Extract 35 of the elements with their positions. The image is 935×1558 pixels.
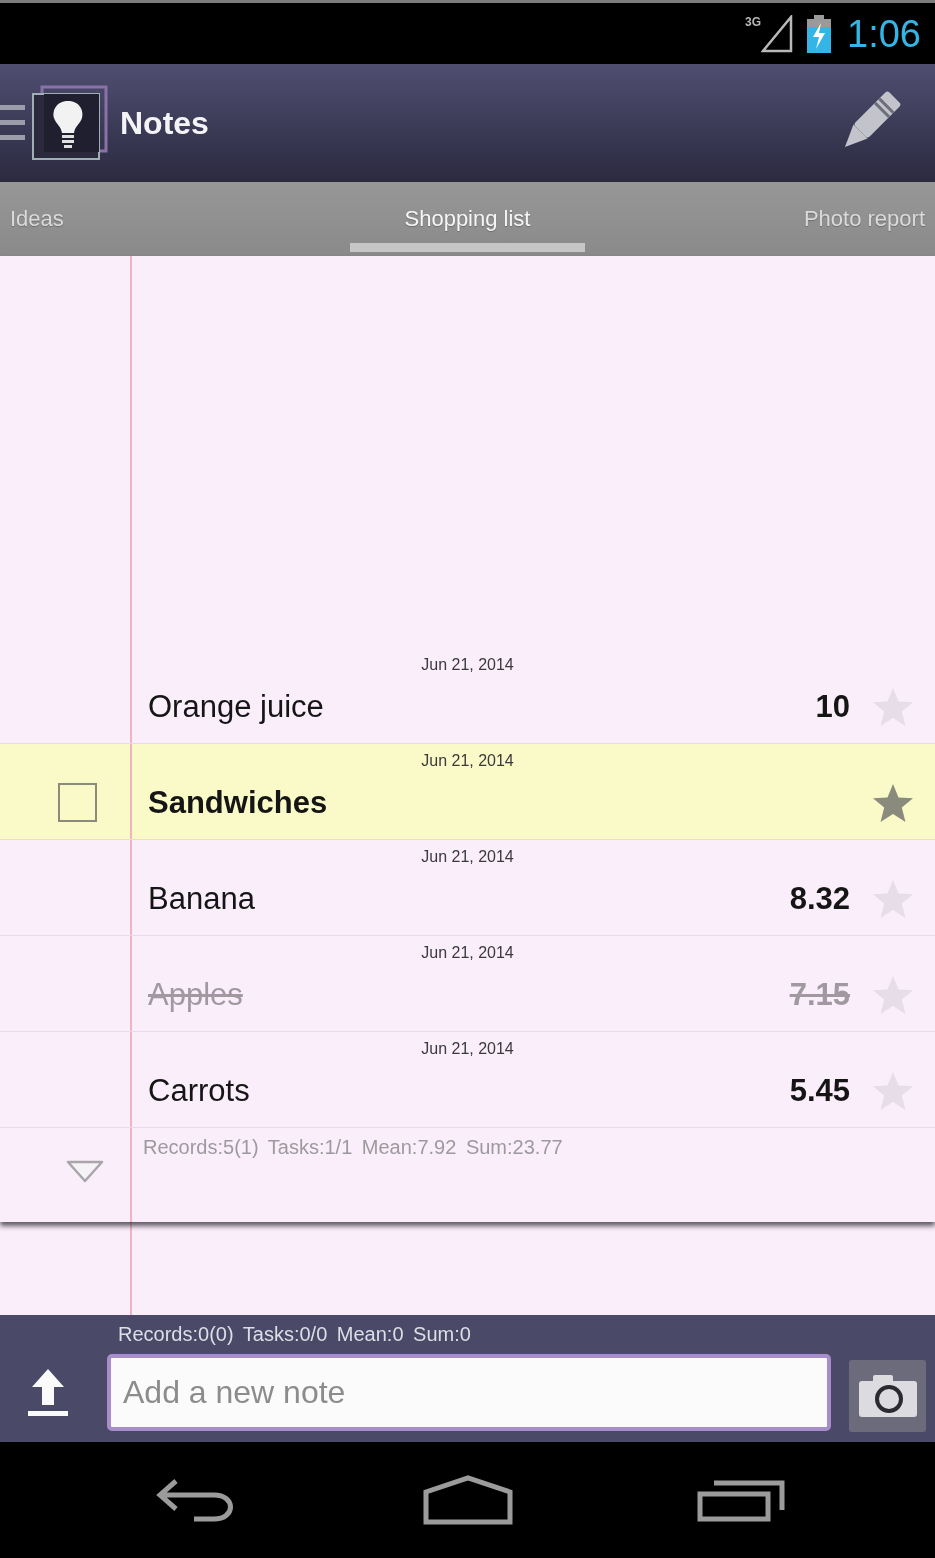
menu-icon[interactable] <box>0 103 25 143</box>
star-icon[interactable] <box>871 782 914 823</box>
list-statistics: Records:5(1) Tasks:1/1 Mean:7.92 Sum:23.77 <box>143 1136 564 1159</box>
note-text: Sandwiches <box>148 784 328 821</box>
note-date: Jun 21, 2014 <box>421 1040 514 1059</box>
note-amount: 10 <box>815 688 850 725</box>
note-row[interactable]: Jun 21, 2014 Sandwiches <box>0 744 935 840</box>
network-type-label: 3G <box>745 15 762 29</box>
clock-time: 1:06 <box>847 14 921 53</box>
note-date: Jun 21, 2014 <box>421 848 514 867</box>
note-date: Jun 21, 2014 <box>421 944 514 963</box>
note-text: Banana <box>148 880 255 917</box>
note-text: Carrots <box>148 1072 250 1109</box>
camera-icon <box>858 1375 917 1417</box>
note-row[interactable]: Jun 21, 2014 Carrots 5.45 <box>0 1032 935 1128</box>
checkbox[interactable] <box>58 783 97 822</box>
note-date: Jun 21, 2014 <box>421 656 514 675</box>
statistics-text: Records:0(0) Tasks:0/0 Mean:0 Sum:0 <box>117 1322 472 1345</box>
recents-icon[interactable] <box>696 1478 785 1522</box>
note-row[interactable]: Jun 21, 2014 Banana 8.32 <box>0 840 935 936</box>
lightbulb-icon[interactable] <box>30 85 108 161</box>
note-text: Orange juice <box>148 688 324 725</box>
note-amount: 8.32 <box>789 880 850 917</box>
note-amount: 5.45 <box>789 1072 850 1109</box>
battery-icon <box>807 14 832 53</box>
note-amount: 7.15 <box>789 976 850 1013</box>
note-row[interactable]: Jun 21, 2014 Apples 7.15 <box>0 936 935 1032</box>
app-title: Notes <box>120 104 209 142</box>
note-input-field[interactable]: Add a new note <box>107 1353 831 1431</box>
signal-icon <box>761 14 794 53</box>
home-icon[interactable] <box>422 1475 513 1525</box>
camera-button[interactable] <box>849 1360 926 1432</box>
note-date: Jun 21, 2014 <box>421 752 514 771</box>
note-text: Apples <box>148 976 243 1013</box>
upload-icon[interactable] <box>27 1367 68 1417</box>
